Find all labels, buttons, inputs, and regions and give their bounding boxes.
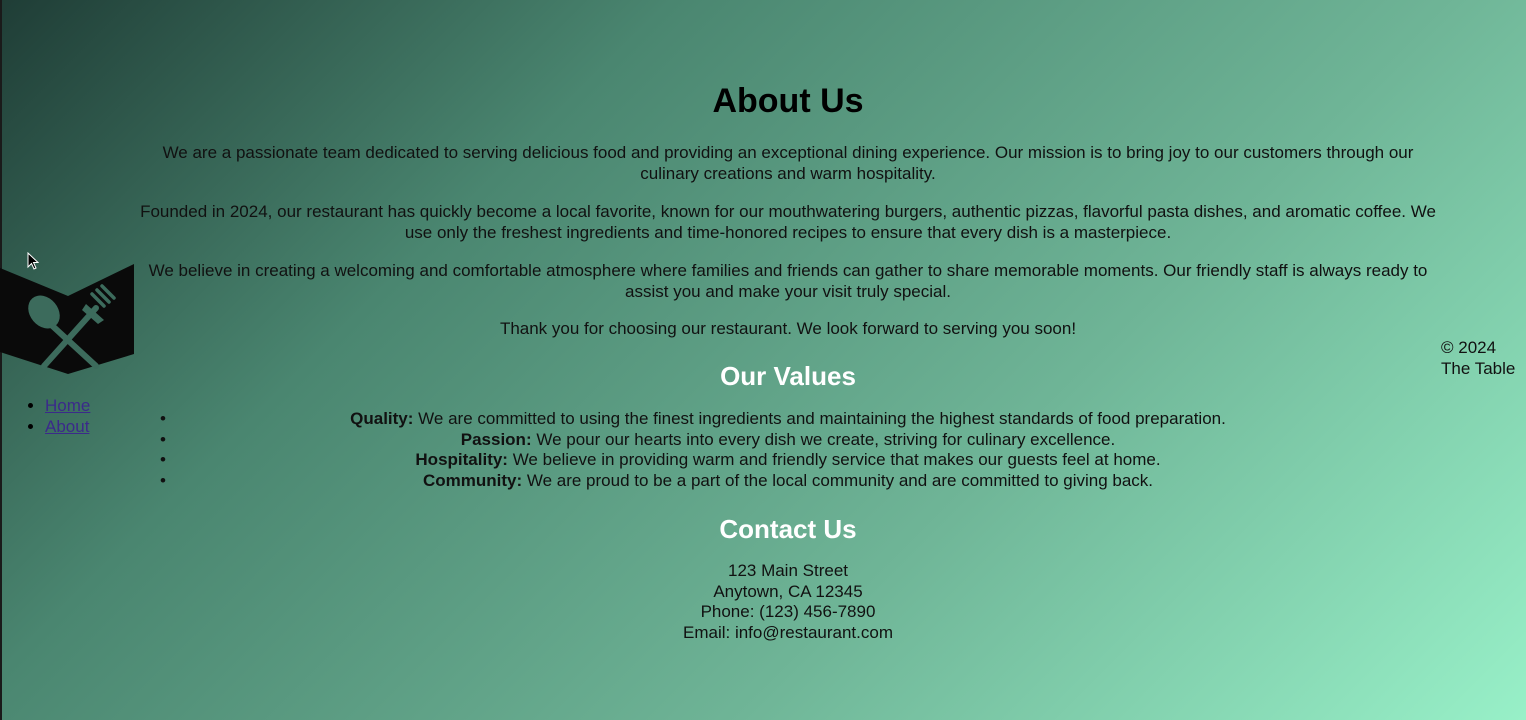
- contact-heading: Contact Us: [719, 514, 857, 544]
- fork-spoon-book-icon: [0, 264, 134, 374]
- contact-email: Email: info@restaurant.com: [682, 623, 893, 643]
- values-heading: Our Values: [720, 361, 856, 391]
- bullet-icon: •: [160, 409, 166, 428]
- nav-link-home[interactable]: Home: [45, 396, 90, 415]
- value-text: We are committed to using the finest ing…: [413, 409, 1226, 428]
- value-item-quality: • Quality: We are committed to using the …: [136, 409, 1440, 430]
- footer: © 2024 The Table: [1441, 338, 1526, 379]
- values-list: • Quality: We are committed to using the …: [136, 409, 1440, 492]
- value-text: We believe in providing warm and friendl…: [507, 450, 1161, 470]
- nav-item-about: About: [45, 416, 90, 437]
- main-nav: Home About: [0, 395, 90, 437]
- value-term: Quality:: [350, 409, 414, 428]
- bullet-icon: •: [160, 429, 166, 449]
- value-term: Hospitality:: [415, 450, 508, 470]
- contact-city: Anytown, CA 12345: [713, 581, 863, 601]
- value-text: We pour our hearts into every dish we cr…: [531, 429, 1116, 449]
- value-item-hospitality: • Hospitality: We believe in providing wa…: [136, 450, 1440, 471]
- value-text: We are proud to be a part of the local c…: [522, 471, 1154, 491]
- value-term: Passion:: [460, 429, 532, 449]
- about-paragraph-1: We are a passionate team dedicated to se…: [162, 143, 1414, 183]
- bullet-icon: •: [160, 450, 166, 470]
- page-title: About Us: [712, 82, 864, 120]
- nav-item-home: Home: [45, 395, 90, 416]
- contact-block: 123 Main Street Anytown, CA 12345 Phone:…: [136, 561, 1440, 644]
- value-item-passion: • Passion: We pour our hearts into every …: [136, 430, 1440, 451]
- about-paragraph-2: Founded in 2024, our restaurant has quic…: [140, 202, 1436, 242]
- nav-link-about[interactable]: About: [45, 417, 89, 436]
- footer-brand: The Table: [1441, 358, 1516, 378]
- contact-street: 123 Main Street: [727, 561, 848, 580]
- about-paragraph-4: Thank you for choosing our restaurant. W…: [499, 319, 1077, 338]
- footer-copyright: © 2024: [1441, 338, 1497, 357]
- bullet-icon: •: [160, 471, 166, 491]
- contact-phone: Phone: (123) 456-7890: [700, 602, 876, 622]
- value-item-community: • Community: We are proud to be a part of…: [136, 471, 1440, 492]
- value-term: Community:: [422, 471, 523, 491]
- about-paragraph-3: We believe in creating a welcoming and c…: [148, 261, 1428, 301]
